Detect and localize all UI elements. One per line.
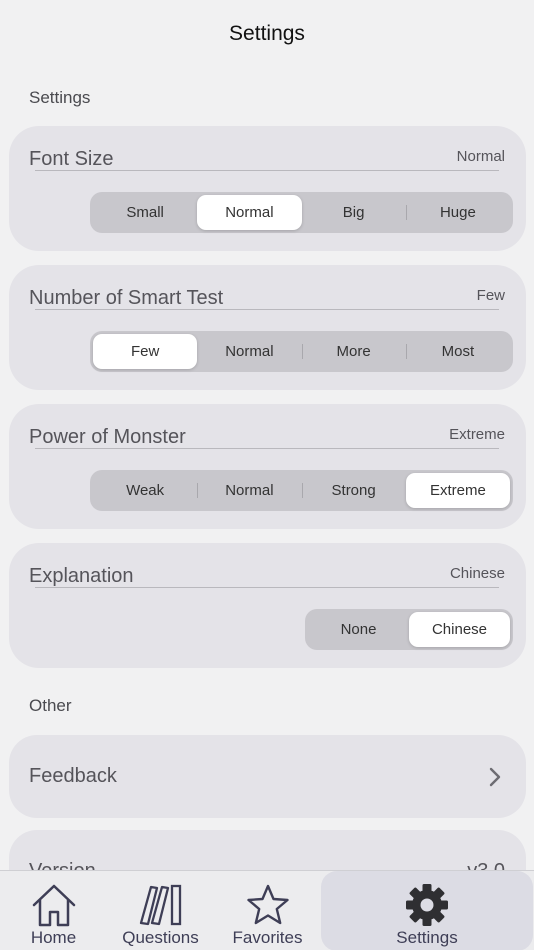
segment-option-normal[interactable]: Normal [197,334,301,369]
segment-option-huge[interactable]: Huge [405,195,510,230]
segment-option-label: Normal [225,482,274,499]
segment-option-label: Most [441,343,475,360]
explanation-card: Explanation Chinese None Chinese [9,543,526,668]
divider [35,170,499,171]
smart-test-segmented-control[interactable]: Few Normal More Most [90,331,513,372]
feedback-label: Feedback [29,765,117,787]
segment-option-weak[interactable]: Weak [93,473,197,508]
tab-home[interactable]: Home [0,871,107,950]
page-title: Settings [229,22,305,45]
segment-option-few[interactable]: Few [93,334,198,369]
tab-bar: Home Questions Favorites Settings [0,870,534,950]
font-size-value: Normal [456,148,505,165]
explanation-value: Chinese [449,565,505,582]
monster-power-card: Power of Monster Extreme Weak Normal Stron… [9,404,526,529]
divider [35,309,499,310]
gear-icon [406,884,448,926]
segment-option-label: Weak [126,482,165,499]
segment-option-strong[interactable]: Strong [301,473,406,508]
segment-option-label: Big [342,204,365,221]
tab-settings[interactable]: Settings [321,871,533,950]
segment-divider [301,344,303,359]
segment-option-label: Small [126,204,164,221]
tab-settings-label: Settings [396,928,458,947]
segment-option-most[interactable]: Most [405,334,510,369]
divider [35,587,499,588]
divider [35,448,499,449]
monster-power-title: Power of Monster [29,426,186,448]
books-icon [139,884,181,926]
segment-option-normal[interactable]: Normal [197,195,302,230]
smart-test-card: Number of Smart Test Few Few Normal More Mo… [9,265,526,390]
star-icon [246,884,289,925]
segment-option-label: Strong [331,482,376,499]
segment-option-label: None [340,621,377,638]
feedback-row[interactable]: Feedback [9,735,526,818]
chevron-right-icon [489,767,501,787]
segment-option-label: More [336,343,371,360]
home-icon [32,884,75,927]
segment-option-small[interactable]: Small [93,195,197,230]
tab-questions-label: Questions [122,928,199,947]
segment-option-chinese[interactable]: Chinese [409,612,510,647]
explanation-segmented-control[interactable]: None Chinese [305,609,513,650]
tab-home-label: Home [30,928,77,947]
segment-option-more[interactable]: More [301,334,406,369]
segment-option-label: Normal [225,343,274,360]
explanation-title: Explanation [29,565,134,587]
segment-option-label: Chinese [431,621,488,638]
segment-option-big[interactable]: Big [302,195,406,230]
segment-divider [405,344,407,359]
segment-divider [301,483,303,498]
segment-divider [197,483,199,498]
segment-option-extreme[interactable]: Extreme [405,473,510,508]
tab-questions[interactable]: Questions [107,871,214,950]
segment-option-label: Few [130,343,160,360]
section-header-settings: Settings [29,88,91,107]
font-size-card: Font Size Normal Small Normal Big Huge [9,126,526,251]
segment-option-normal[interactable]: Normal [197,473,301,508]
segment-divider [405,205,407,220]
smart-test-title: Number of Smart Test [29,287,224,309]
segment-option-label: Huge [439,204,476,221]
segment-option-label: Extreme [429,482,486,499]
font-size-title: Font Size [29,148,114,170]
smart-test-value: Few [476,287,505,304]
segment-option-none[interactable]: None [308,612,409,647]
monster-power-value: Extreme [449,426,505,443]
font-size-segmented-control[interactable]: Small Normal Big Huge [90,192,513,233]
tab-favorites[interactable]: Favorites [214,871,321,950]
monster-power-segmented-control[interactable]: Weak Normal Strong Extreme [90,470,513,511]
segment-option-label: Normal [225,204,274,221]
section-header-other: Other [29,696,72,715]
tab-favorites-label: Favorites [232,928,303,947]
